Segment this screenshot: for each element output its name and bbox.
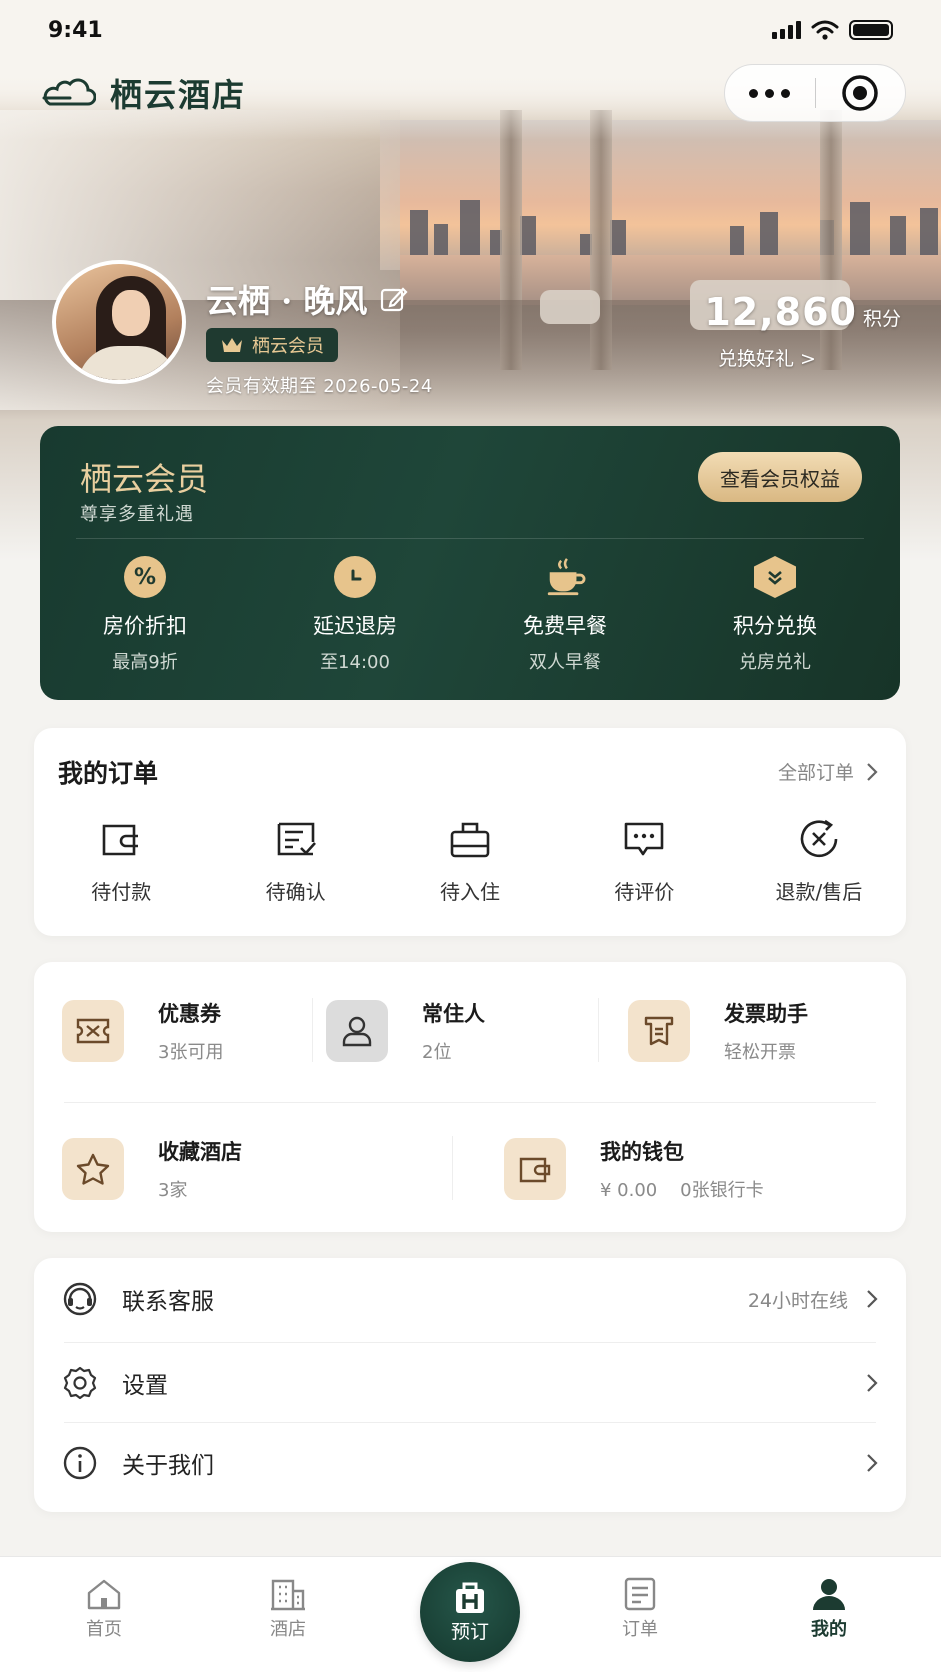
percent-icon: % bbox=[124, 556, 166, 598]
chevron-right-icon bbox=[867, 1454, 878, 1472]
more-options-icon[interactable] bbox=[725, 88, 815, 98]
coupon-icon bbox=[62, 1000, 124, 1062]
chevron-right-icon bbox=[867, 1374, 878, 1392]
service-hours: 24小时在线 bbox=[747, 1289, 848, 1312]
close-mini-program-icon[interactable] bbox=[816, 74, 906, 112]
brand-name: 栖云酒店 bbox=[110, 76, 247, 114]
invoice-assistant-entry[interactable]: 发票助手 轻松开票 bbox=[628, 998, 808, 1064]
all-orders-link[interactable]: 全部订单 bbox=[778, 758, 878, 785]
luggage-icon bbox=[450, 822, 490, 858]
tab-mine[interactable]: 我的 bbox=[774, 1577, 884, 1641]
cellular-signal-icon bbox=[772, 21, 801, 39]
wifi-icon bbox=[811, 20, 839, 40]
points-display[interactable]: 12,860 积分 bbox=[704, 290, 901, 334]
mini-program-capsule bbox=[724, 64, 906, 122]
favorite-hotels-entry[interactable]: 收藏酒店 3家 bbox=[62, 1136, 242, 1202]
order-pending-review[interactable]: 待评价 bbox=[557, 816, 731, 905]
avatar[interactable] bbox=[52, 260, 186, 384]
user-profile-icon bbox=[813, 1579, 845, 1610]
perk-free-breakfast[interactable]: 免费早餐 双人早餐 bbox=[460, 556, 670, 674]
wallet-icon bbox=[504, 1138, 566, 1200]
status-bar: 9:41 bbox=[0, 0, 941, 60]
order-pending-payment[interactable]: 待付款 bbox=[34, 816, 208, 905]
orders-list-icon bbox=[624, 1577, 656, 1611]
tab-hotel[interactable]: 酒店 bbox=[233, 1577, 343, 1641]
tab-orders[interactable]: 订单 bbox=[585, 1577, 695, 1641]
tab-home[interactable]: 首页 bbox=[49, 1577, 159, 1641]
exchange-icon bbox=[754, 556, 796, 598]
wallet-icon bbox=[102, 824, 139, 856]
frequent-guests-entry[interactable]: 常住人 2位 bbox=[326, 998, 485, 1064]
bank-card-count: 0张银行卡 bbox=[680, 1180, 764, 1201]
redeem-gifts-link[interactable]: 兑换好礼 > bbox=[718, 344, 816, 371]
settings-menu-card: 联系客服 24小时在线 设置 关于我们 bbox=[34, 1258, 906, 1512]
membership-subtitle: 尊享多重礼遇 bbox=[80, 504, 194, 525]
person-icon bbox=[326, 1000, 388, 1062]
menu-customer-service[interactable]: 联系客服 24小时在线 bbox=[60, 1258, 878, 1340]
coupon-entry[interactable]: 优惠券 3张可用 bbox=[62, 998, 223, 1064]
armchair bbox=[540, 290, 600, 324]
user-name: 云栖 · 晚风 bbox=[206, 282, 368, 320]
chevron-right-icon bbox=[867, 1290, 878, 1308]
wallet-balance: ¥ 0.00 bbox=[600, 1180, 658, 1201]
perks-list: % 房价折扣 最高9折 延迟退房 至14:00 免费早餐 双人早餐 积分兑换 兑… bbox=[40, 556, 900, 674]
crown-icon bbox=[222, 338, 242, 352]
home-icon bbox=[87, 1579, 121, 1610]
services-card: 优惠券 3张可用 常住人 2位 发票助手 轻松开票 收藏酒店 3家 我的钱包 ¥ 0.0… bbox=[34, 962, 906, 1232]
user-name-row: 云栖 · 晚风 bbox=[206, 276, 409, 322]
hotel-building-icon bbox=[271, 1579, 305, 1611]
points-unit: 积分 bbox=[862, 308, 901, 330]
edit-icon[interactable] bbox=[379, 284, 409, 314]
clock-icon bbox=[334, 556, 376, 598]
order-status-list: 待付款 待确认 待入住 待评价 退款/售后 bbox=[34, 816, 906, 905]
menu-about-us[interactable]: 关于我们 bbox=[60, 1422, 878, 1504]
membership-title: 栖云会员 bbox=[80, 460, 209, 498]
book-now-button[interactable]: 预订 bbox=[420, 1562, 520, 1662]
my-orders-card: 我的订单 全部订单 待付款 待确认 待入住 待评价 退款/售后 bbox=[34, 728, 906, 936]
my-wallet-entry[interactable]: 我的钱包 ¥ 0.00 0张银行卡 bbox=[504, 1136, 764, 1202]
view-benefits-button[interactable]: 查看会员权益 bbox=[698, 452, 862, 502]
order-pending-confirm[interactable]: 待确认 bbox=[208, 816, 382, 905]
perk-room-discount[interactable]: % 房价折扣 最高9折 bbox=[40, 556, 250, 674]
perk-late-checkout[interactable]: 延迟退房 至14:00 bbox=[250, 556, 460, 674]
city-skyline bbox=[400, 180, 941, 260]
hotel-booking-icon bbox=[456, 1582, 484, 1613]
battery-icon bbox=[849, 20, 893, 40]
info-icon bbox=[60, 1443, 100, 1483]
membership-expiry: 会员有效期至 2026-05-24 bbox=[206, 376, 433, 397]
star-icon bbox=[62, 1138, 124, 1200]
menu-settings[interactable]: 设置 bbox=[60, 1342, 878, 1424]
coffee-icon bbox=[544, 556, 586, 598]
order-refund-aftersale[interactable]: 退款/售后 bbox=[732, 816, 906, 905]
confirm-doc-icon bbox=[277, 822, 316, 856]
chevron-right-icon bbox=[867, 762, 878, 781]
status-icons bbox=[772, 20, 893, 40]
divider bbox=[76, 538, 864, 539]
comment-icon bbox=[625, 822, 664, 856]
cloud-logo-icon bbox=[42, 78, 96, 106]
points-value: 12,860 bbox=[704, 290, 857, 334]
refund-icon bbox=[800, 819, 838, 858]
customer-service-icon bbox=[60, 1279, 100, 1319]
order-pending-checkin[interactable]: 待入住 bbox=[383, 816, 557, 905]
status-time: 9:41 bbox=[48, 18, 103, 43]
orders-title: 我的订单 bbox=[58, 759, 159, 788]
settings-icon bbox=[60, 1363, 100, 1403]
perk-points-exchange[interactable]: 积分兑换 兑房兑礼 bbox=[670, 556, 880, 674]
invoice-icon bbox=[628, 1000, 690, 1062]
member-badge: 栖云会员 bbox=[206, 328, 338, 362]
brand-header: 栖云酒店 bbox=[40, 70, 246, 116]
membership-card: 栖云会员 尊享多重礼遇 查看会员权益 % 房价折扣 最高9折 延迟退房 至14:… bbox=[40, 426, 900, 700]
